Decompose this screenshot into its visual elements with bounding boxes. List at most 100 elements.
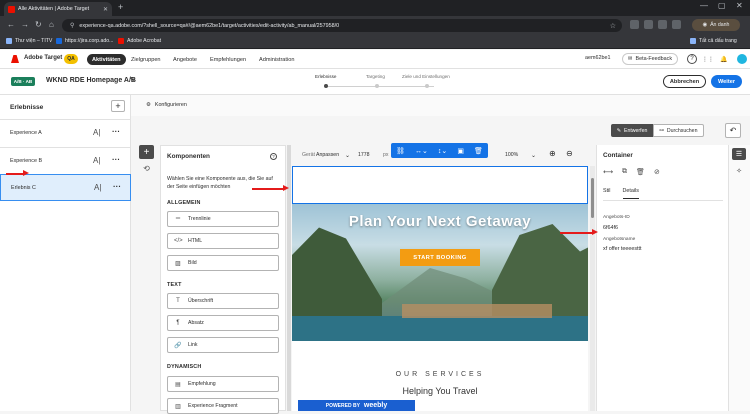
add-experience-button[interactable]: + — [111, 100, 125, 112]
maximize-icon[interactable]: ▢ — [718, 1, 726, 10]
nav-administration[interactable]: Administration — [254, 54, 299, 65]
component-experience-fragment[interactable]: ▥ Experience Fragment — [167, 398, 279, 414]
device-select[interactable]: Anpassen — [316, 152, 339, 158]
browser-tab[interactable]: Alle Aktivitäten | Adobe Target ✕ — [4, 2, 112, 16]
component-divider[interactable]: ═ Trennlinie — [167, 211, 279, 227]
beta-feedback-button[interactable]: ✉ Beta-Feedback — [622, 53, 678, 65]
more-options-icon[interactable]: ··· — [112, 155, 120, 164]
nav-recommendations[interactable]: Empfehlungen — [205, 54, 251, 65]
image-icon[interactable]: ▣ — [457, 147, 464, 155]
product-name[interactable]: Adobe Target — [24, 55, 62, 61]
step-experiences[interactable]: Erlebnisse — [315, 74, 336, 79]
delete-icon[interactable]: 🗑 — [636, 168, 645, 176]
bookmark-item[interactable]: Adobe Acrobat — [118, 38, 161, 44]
bookmark-item[interactable]: Thư viện – TITV — [6, 38, 52, 44]
bookmark-item[interactable]: https://jira.corp.ado... — [56, 38, 113, 44]
extension-icon[interactable] — [644, 20, 653, 29]
configure-button[interactable]: ⚙ Konfigurieren — [146, 102, 187, 108]
bookmark-star-icon[interactable]: ☆ — [610, 22, 616, 30]
next-button[interactable]: Weiter — [711, 75, 742, 88]
bookmark-label: https://jira.corp.ado... — [65, 38, 114, 44]
edit-title-icon[interactable]: ✎ — [130, 76, 136, 84]
undo-button[interactable]: ↶ — [725, 123, 741, 138]
link-icon[interactable]: ⛓ — [396, 147, 405, 155]
start-booking-button[interactable]: START BOOKING — [400, 249, 480, 266]
nav-activities[interactable]: Aktivitäten — [87, 54, 126, 65]
services-subheading[interactable]: Helping You Travel — [292, 386, 588, 396]
step-targeting[interactable]: Targeting — [366, 74, 385, 79]
cancel-button[interactable]: Abbrechen — [663, 75, 706, 88]
resize-horizontal-icon[interactable]: ↔⌄ — [415, 147, 428, 155]
tab-style[interactable]: Stil — [603, 188, 611, 199]
incognito-profile-button[interactable]: ◉ Ẩn danh — [692, 19, 740, 31]
minimize-icon[interactable]: — — [700, 1, 708, 10]
sidepanel-icon[interactable] — [672, 20, 681, 29]
component-html[interactable]: </> HTML — [167, 233, 279, 249]
hero-headline[interactable]: Plan Your Next Getaway — [292, 213, 588, 230]
back-icon[interactable]: ← — [7, 20, 15, 29]
site-info-icon[interactable]: ⚲ — [70, 22, 74, 29]
close-window-icon[interactable]: ✕ — [736, 1, 743, 10]
history-icon[interactable]: ⟲ — [139, 164, 154, 173]
address-bar[interactable]: ⚲ experience-qa.adobe.com/?shell_source=… — [62, 19, 622, 32]
move-vertical-icon[interactable]: ↕⌄ — [438, 147, 447, 155]
forward-icon[interactable]: → — [21, 20, 29, 29]
browse-mode-button[interactable]: ⚯ Durchsuchen — [653, 124, 704, 137]
component-heading[interactable]: T Überschrift — [167, 293, 279, 309]
components-heading: Komponenten — [167, 153, 210, 160]
divider-icon: ═ — [175, 216, 181, 222]
reload-icon[interactable]: ↻ — [35, 20, 42, 29]
duplicate-icon[interactable]: ⧉ — [622, 168, 627, 176]
design-mode-button[interactable]: ✎ Entwerfen — [611, 124, 653, 137]
move-icon[interactable]: ⟷ — [603, 168, 613, 176]
delete-icon[interactable]: 🗑 — [474, 147, 483, 155]
weebly-badge[interactable]: POWERED BY weebly — [298, 400, 415, 411]
component-link[interactable]: 🔗 Link — [167, 337, 279, 353]
rename-icon[interactable]: A| — [94, 183, 101, 192]
help-icon[interactable]: ? — [687, 54, 697, 64]
canvas-scrollbar[interactable] — [590, 166, 595, 411]
all-bookmarks[interactable]: Tất cả dấu trang — [690, 38, 737, 44]
selection-toolbar: ⛓ ↔⌄ ↕⌄ ▣ 🗑 — [391, 143, 488, 158]
experience-row[interactable]: Experience A A| ··· — [0, 119, 131, 146]
avatar[interactable] — [737, 54, 747, 64]
apps-grid-icon[interactable]: ⋮⋮ — [702, 54, 714, 64]
puzzle-icon[interactable] — [658, 20, 667, 29]
component-image[interactable]: ▨ Bild — [167, 255, 279, 271]
scroll-thumb[interactable] — [591, 178, 594, 218]
properties-rail-icon[interactable]: ☰ — [732, 148, 746, 160]
home-icon[interactable]: ⌂ — [49, 20, 54, 29]
experience-row[interactable]: Experience B A| ··· — [0, 147, 131, 174]
new-tab-icon[interactable]: + — [118, 2, 123, 12]
services-heading[interactable]: OUR SERVICES — [292, 371, 588, 378]
nav-offers[interactable]: Angebote — [168, 54, 202, 65]
extension-icon[interactable] — [630, 20, 639, 29]
nav-audiences[interactable]: Zielgruppen — [126, 54, 166, 65]
zoom-in-icon[interactable]: ⊕ — [549, 149, 556, 158]
step-goals-settings[interactable]: Ziele und Einstellungen — [402, 74, 450, 79]
tab-details[interactable]: Details — [622, 188, 639, 199]
component-paragraph[interactable]: ¶ Absatz — [167, 315, 279, 331]
hero-background-village — [402, 304, 552, 318]
org-switcher[interactable]: aem62be1 — [585, 55, 610, 61]
selected-container[interactable] — [292, 166, 588, 204]
help-icon[interactable]: ? — [270, 153, 277, 160]
more-options-icon[interactable]: ··· — [112, 127, 120, 136]
component-recommendation[interactable]: ▤ Empfehlung — [167, 376, 279, 392]
adobe-logo-icon[interactable] — [11, 55, 19, 63]
magic-wand-icon[interactable]: ✧ — [732, 165, 746, 177]
hero-banner[interactable]: Plan Your Next Getaway START BOOKING — [292, 204, 588, 341]
hide-icon[interactable]: ⊘ — [654, 168, 660, 176]
width-input[interactable]: 1778 — [358, 152, 370, 158]
rename-icon[interactable]: A| — [93, 156, 100, 165]
notifications-bell-icon[interactable]: 🔔 — [719, 54, 729, 64]
experience-row-selected[interactable]: Erlebnis C A| ··· — [0, 174, 131, 201]
close-tab-icon[interactable]: ✕ — [103, 6, 108, 13]
chevron-down-icon[interactable]: ⌄ — [531, 152, 536, 159]
zoom-select[interactable]: 100% — [505, 152, 518, 158]
zoom-out-icon[interactable]: ⊖ — [566, 149, 573, 158]
more-options-icon[interactable]: ··· — [113, 182, 121, 191]
rename-icon[interactable]: A| — [93, 128, 100, 137]
add-component-button[interactable]: + — [139, 145, 154, 159]
chevron-down-icon[interactable]: ⌄ — [345, 152, 350, 159]
